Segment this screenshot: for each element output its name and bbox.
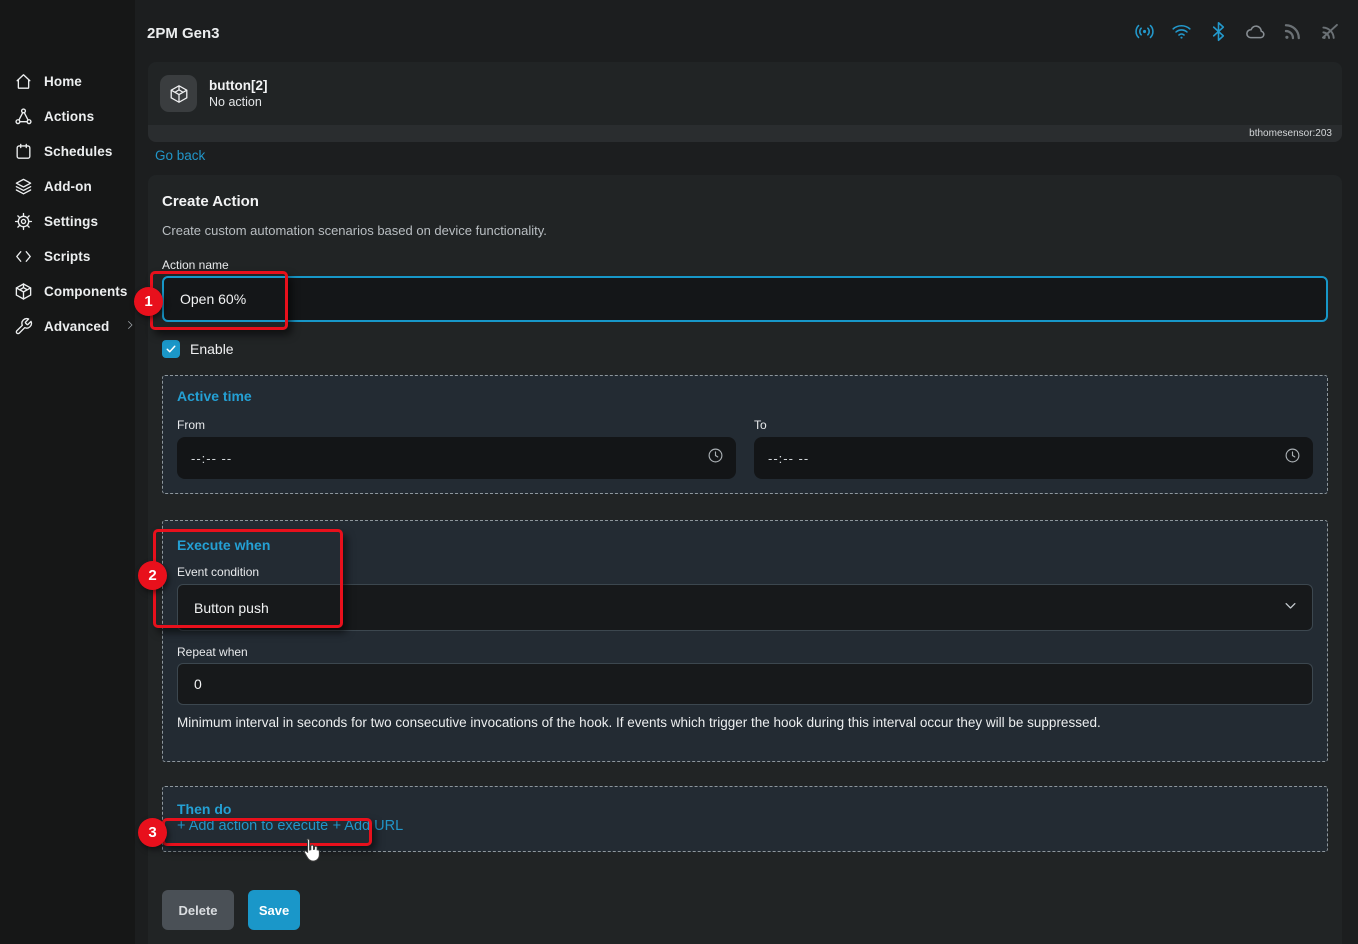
enable-label: Enable (190, 341, 234, 357)
scripts-icon (14, 247, 33, 266)
sidebar-item-label: Home (44, 74, 82, 89)
sidebar: Home Actions Schedules Add-on Settings S… (0, 0, 135, 944)
create-action-subtitle: Create custom automation scenarios based… (162, 223, 1328, 238)
sidebar-item-components[interactable]: Components (0, 274, 135, 309)
wifi-icon (1171, 21, 1192, 42)
sidebar-item-advanced[interactable]: Advanced (0, 309, 135, 344)
create-action-title: Create Action (162, 193, 1328, 211)
add-action-link[interactable]: + Add action to execute (177, 818, 328, 834)
cloud-icon (1245, 21, 1266, 42)
repeat-when-label: Repeat when (177, 645, 1313, 659)
then-do-section: Then do + Add action to execute + Add UR… (162, 786, 1328, 852)
sidebar-item-label: Schedules (44, 144, 112, 159)
device-component-name: button[2] (209, 78, 267, 93)
sidebar-item-schedules[interactable]: Schedules (0, 134, 135, 169)
event-condition-value: Button push (194, 600, 269, 616)
page-title: 2PM Gen3 (147, 25, 220, 42)
component-cube-icon (168, 83, 190, 105)
device-card-text: button[2] No action (209, 78, 267, 109)
active-time-title: Active time (177, 388, 1313, 404)
advanced-icon (14, 317, 33, 336)
chevron-down-icon (1283, 598, 1298, 618)
sidebar-item-label: Components (44, 284, 128, 299)
go-back-link[interactable]: Go back (155, 148, 205, 163)
repeat-when-input[interactable] (177, 663, 1313, 705)
to-label: To (754, 418, 1313, 432)
mqtt-icon (1282, 21, 1303, 42)
access-point-icon (1134, 21, 1155, 42)
device-card-footer: bthomesensor:203 (148, 125, 1342, 142)
app-window: Home Actions Schedules Add-on Settings S… (0, 0, 1358, 944)
clock-icon[interactable] (707, 447, 724, 469)
active-time-section: Active time From --:-- -- To --:-- -- (162, 375, 1328, 494)
repeat-when-help: Minimum interval in seconds for two cons… (177, 715, 1313, 731)
device-component-status: No action (209, 95, 267, 109)
device-tile (160, 75, 197, 112)
sidebar-item-label: Advanced (44, 319, 109, 334)
schedules-icon (14, 142, 33, 161)
sidebar-item-label: Settings (44, 214, 98, 229)
active-time-from: From --:-- -- (177, 418, 736, 479)
form-buttons: Delete Save (162, 890, 1328, 930)
create-action-card: Create Action Create custom automation s… (148, 175, 1342, 944)
components-icon (14, 282, 33, 301)
chevron-right-icon (124, 318, 136, 336)
device-card: button[2] No action bthomesensor:203 (148, 62, 1342, 142)
delete-button[interactable]: Delete (162, 890, 234, 930)
from-time-placeholder: --:-- -- (191, 451, 232, 466)
to-time-input[interactable]: --:-- -- (754, 437, 1313, 479)
then-do-title: Then do (177, 801, 1313, 817)
sidebar-item-settings[interactable]: Settings (0, 204, 135, 239)
sidebar-item-label: Add-on (44, 179, 92, 194)
settings-icon (14, 212, 33, 231)
device-id-tag: bthomesensor:203 (1249, 128, 1332, 139)
sidebar-item-label: Actions (44, 109, 94, 124)
check-icon (165, 343, 177, 355)
sidebar-item-scripts[interactable]: Scripts (0, 239, 135, 274)
enable-checkbox[interactable] (162, 340, 180, 358)
save-button[interactable]: Save (248, 890, 300, 930)
event-condition-select[interactable]: Button push (177, 584, 1313, 631)
status-icon-bar (1134, 21, 1340, 42)
home-icon (14, 72, 33, 91)
active-time-to: To --:-- -- (754, 418, 1313, 479)
action-name-label: Action name (162, 258, 1328, 272)
execute-when-title: Execute when (177, 537, 1313, 553)
clock-icon[interactable] (1284, 447, 1301, 469)
actions-icon (14, 107, 33, 126)
sidebar-item-addon[interactable]: Add-on (0, 169, 135, 204)
sidebar-item-home[interactable]: Home (0, 64, 135, 99)
active-time-row: From --:-- -- To --:-- -- (177, 418, 1313, 479)
event-condition-label: Event condition (177, 565, 1313, 579)
sidebar-item-actions[interactable]: Actions (0, 99, 135, 134)
action-name-input[interactable] (162, 276, 1328, 322)
sidebar-item-label: Scripts (44, 249, 90, 264)
from-time-input[interactable]: --:-- -- (177, 437, 736, 479)
to-time-placeholder: --:-- -- (768, 451, 809, 466)
device-card-header[interactable]: button[2] No action (148, 62, 1342, 125)
bluetooth-icon (1208, 21, 1229, 42)
execute-when-section: Execute when Event condition Button push… (162, 520, 1328, 762)
from-label: From (177, 418, 736, 432)
addon-icon (14, 177, 33, 196)
add-url-link[interactable]: + Add URL (333, 818, 404, 834)
outbound-websocket-icon (1319, 21, 1340, 42)
enable-row[interactable]: Enable (162, 340, 1328, 358)
